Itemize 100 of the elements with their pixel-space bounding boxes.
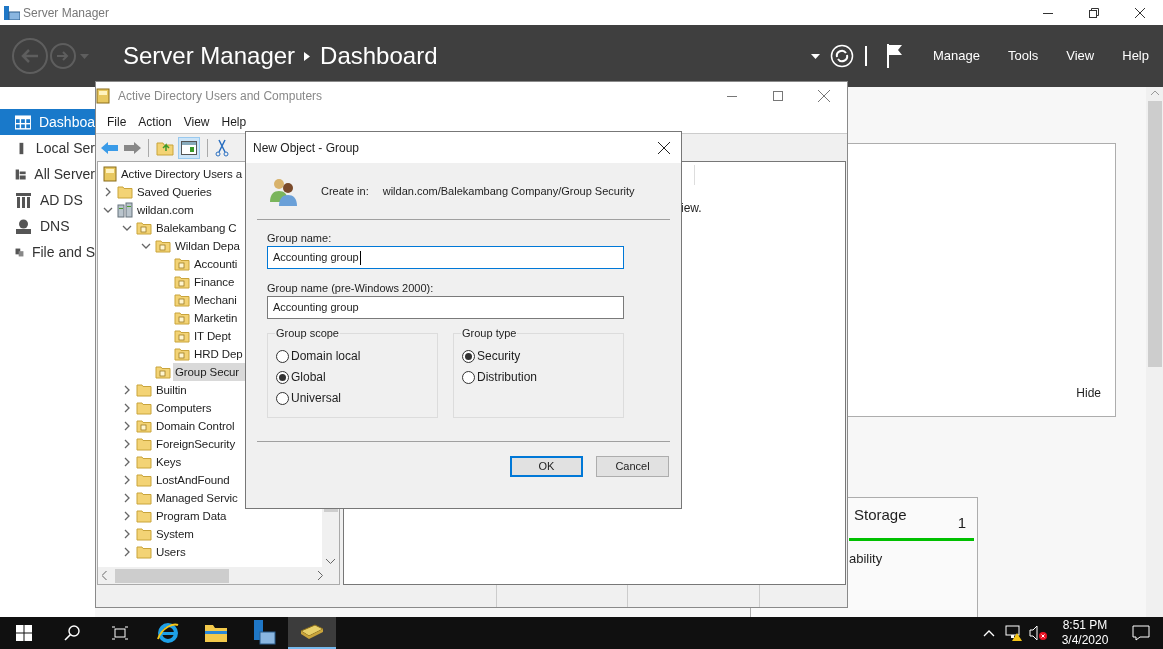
menu-item[interactable]: Help <box>1108 46 1163 66</box>
tree-item[interactable]: Managed Servic <box>154 489 240 507</box>
sidebar-item[interactable]: Local Ser <box>0 135 95 161</box>
page-title: Dashboard <box>320 41 438 71</box>
menu-item[interactable]: Action <box>132 112 178 131</box>
tree-item[interactable]: Saved Queries <box>135 183 214 201</box>
sidebar-item[interactable]: File and S <box>0 239 95 265</box>
windows-logo-icon <box>16 625 32 641</box>
close-button[interactable] <box>657 140 671 155</box>
hide-link[interactable]: Hide <box>1076 384 1101 402</box>
restore-icon <box>1089 7 1099 18</box>
tree-item[interactable]: Mechani <box>192 291 239 309</box>
scissors-icon[interactable] <box>215 138 229 157</box>
folder-icon <box>136 401 152 415</box>
chevron-down-icon[interactable] <box>326 559 335 564</box>
unit-folder-icon <box>174 347 190 361</box>
sidebar-item[interactable]: Dashboa <box>0 109 95 135</box>
tree-item[interactable]: Users <box>154 543 188 561</box>
input-field[interactable]: Accounting group <box>267 296 624 319</box>
refresh-icon[interactable] <box>829 44 854 68</box>
unit-folder-icon <box>136 221 152 235</box>
tile-title: Storage <box>854 505 907 525</box>
network-warning-icon[interactable] <box>1005 625 1023 641</box>
radio-button[interactable]: Security <box>462 345 521 367</box>
grid-icon <box>15 114 31 130</box>
caret-icon[interactable] <box>810 53 820 59</box>
clock-date[interactable]: 3/4/2020 <box>1061 633 1109 648</box>
toolbox-icon <box>4 5 20 20</box>
folder-icon <box>136 509 152 523</box>
close-icon <box>818 90 830 102</box>
radio-button[interactable]: Universal <box>276 387 341 409</box>
tree-item[interactable]: Finance <box>192 273 237 291</box>
tree-item[interactable]: Balekambang C <box>154 219 239 237</box>
unit-folder-icon <box>155 239 171 253</box>
back-arrow-icon <box>21 49 39 63</box>
flag-icon[interactable] <box>886 44 903 68</box>
unit-folder-icon <box>174 329 190 343</box>
sidebar-item[interactable]: AD DS <box>0 187 95 213</box>
back-arrow-icon[interactable] <box>101 140 119 155</box>
tile-count: 1 <box>957 513 966 533</box>
folder-icon <box>136 545 152 559</box>
scrollbar[interactable] <box>98 567 339 584</box>
menu-item[interactable]: Tools <box>993 46 1053 66</box>
window-title: Server Manager <box>23 4 110 22</box>
tree-item[interactable]: Marketin <box>192 309 240 327</box>
console-tree-button[interactable] <box>178 136 200 159</box>
radio-button[interactable]: Distribution <box>462 366 538 388</box>
dialog-button[interactable]: Cancel <box>596 456 669 477</box>
tree-item[interactable]: System <box>154 525 196 543</box>
menu-item[interactable]: Help <box>215 112 253 131</box>
unit-folder-icon <box>174 275 190 289</box>
tree-item[interactable]: Wildan Depa <box>173 237 242 255</box>
input-field[interactable]: Accounting group <box>267 246 624 269</box>
task-view-icon <box>112 626 128 640</box>
folder-icon <box>204 623 228 643</box>
folder-icon <box>136 527 152 541</box>
taskbar-app[interactable] <box>288 617 336 649</box>
dialog-button[interactable]: OK <box>510 456 583 477</box>
folder-icon <box>136 455 152 469</box>
menu-item[interactable]: View <box>177 112 216 131</box>
scrollbar[interactable] <box>1146 87 1163 617</box>
tree-item[interactable]: Domain Control <box>154 417 237 435</box>
muted-speaker-icon[interactable] <box>1029 625 1047 641</box>
details-text: iew. <box>680 200 703 217</box>
separator-icon <box>304 51 311 61</box>
clock-time[interactable]: 8:51 PM <box>1062 618 1108 633</box>
forward-arrow-icon[interactable] <box>123 140 141 155</box>
tree-item[interactable]: IT Dept <box>192 327 233 345</box>
tree-item[interactable]: Program Data <box>154 507 229 525</box>
server-rack-icon <box>15 192 32 208</box>
menu-item[interactable]: View <box>1052 46 1109 66</box>
window-title: Active Directory Users and Computers <box>118 88 323 105</box>
menu-item[interactable]: File <box>101 112 133 131</box>
folder-icon <box>117 185 133 199</box>
tree-item[interactable]: Builtin <box>154 381 189 399</box>
folder-icon <box>136 473 152 487</box>
tree-item[interactable]: LostAndFound <box>154 471 232 489</box>
tree-item[interactable]: Accounti <box>192 255 240 273</box>
search-icon <box>64 625 80 641</box>
tree-item[interactable]: Active Directory Users a <box>119 165 244 183</box>
chevron-right-icon[interactable] <box>103 187 113 197</box>
tree-item[interactable]: Keys <box>154 453 184 471</box>
group-label: Group type <box>461 326 518 341</box>
unit-folder-icon <box>155 365 171 379</box>
sidebar-item[interactable]: DNS <box>0 213 95 239</box>
sidebar-item[interactable]: All Server <box>0 161 95 187</box>
unit-folder-icon <box>174 311 190 325</box>
folder-icon <box>136 437 152 451</box>
tree-item[interactable]: wildan.com <box>135 201 196 219</box>
menu-item[interactable]: Manage <box>918 46 994 66</box>
maximize-icon <box>773 91 783 101</box>
tree-item[interactable]: Computers <box>154 399 214 417</box>
field-label: Group name: <box>267 231 333 246</box>
tree-item[interactable]: HRD Dep <box>192 345 245 363</box>
folder-up-icon[interactable] <box>156 139 174 156</box>
tree-item[interactable]: ForeignSecurity <box>154 435 238 453</box>
chevron-right-icon[interactable] <box>318 571 323 580</box>
tile-status: ability <box>849 549 884 568</box>
panel-icon <box>181 140 197 155</box>
close-icon <box>658 141 670 154</box>
